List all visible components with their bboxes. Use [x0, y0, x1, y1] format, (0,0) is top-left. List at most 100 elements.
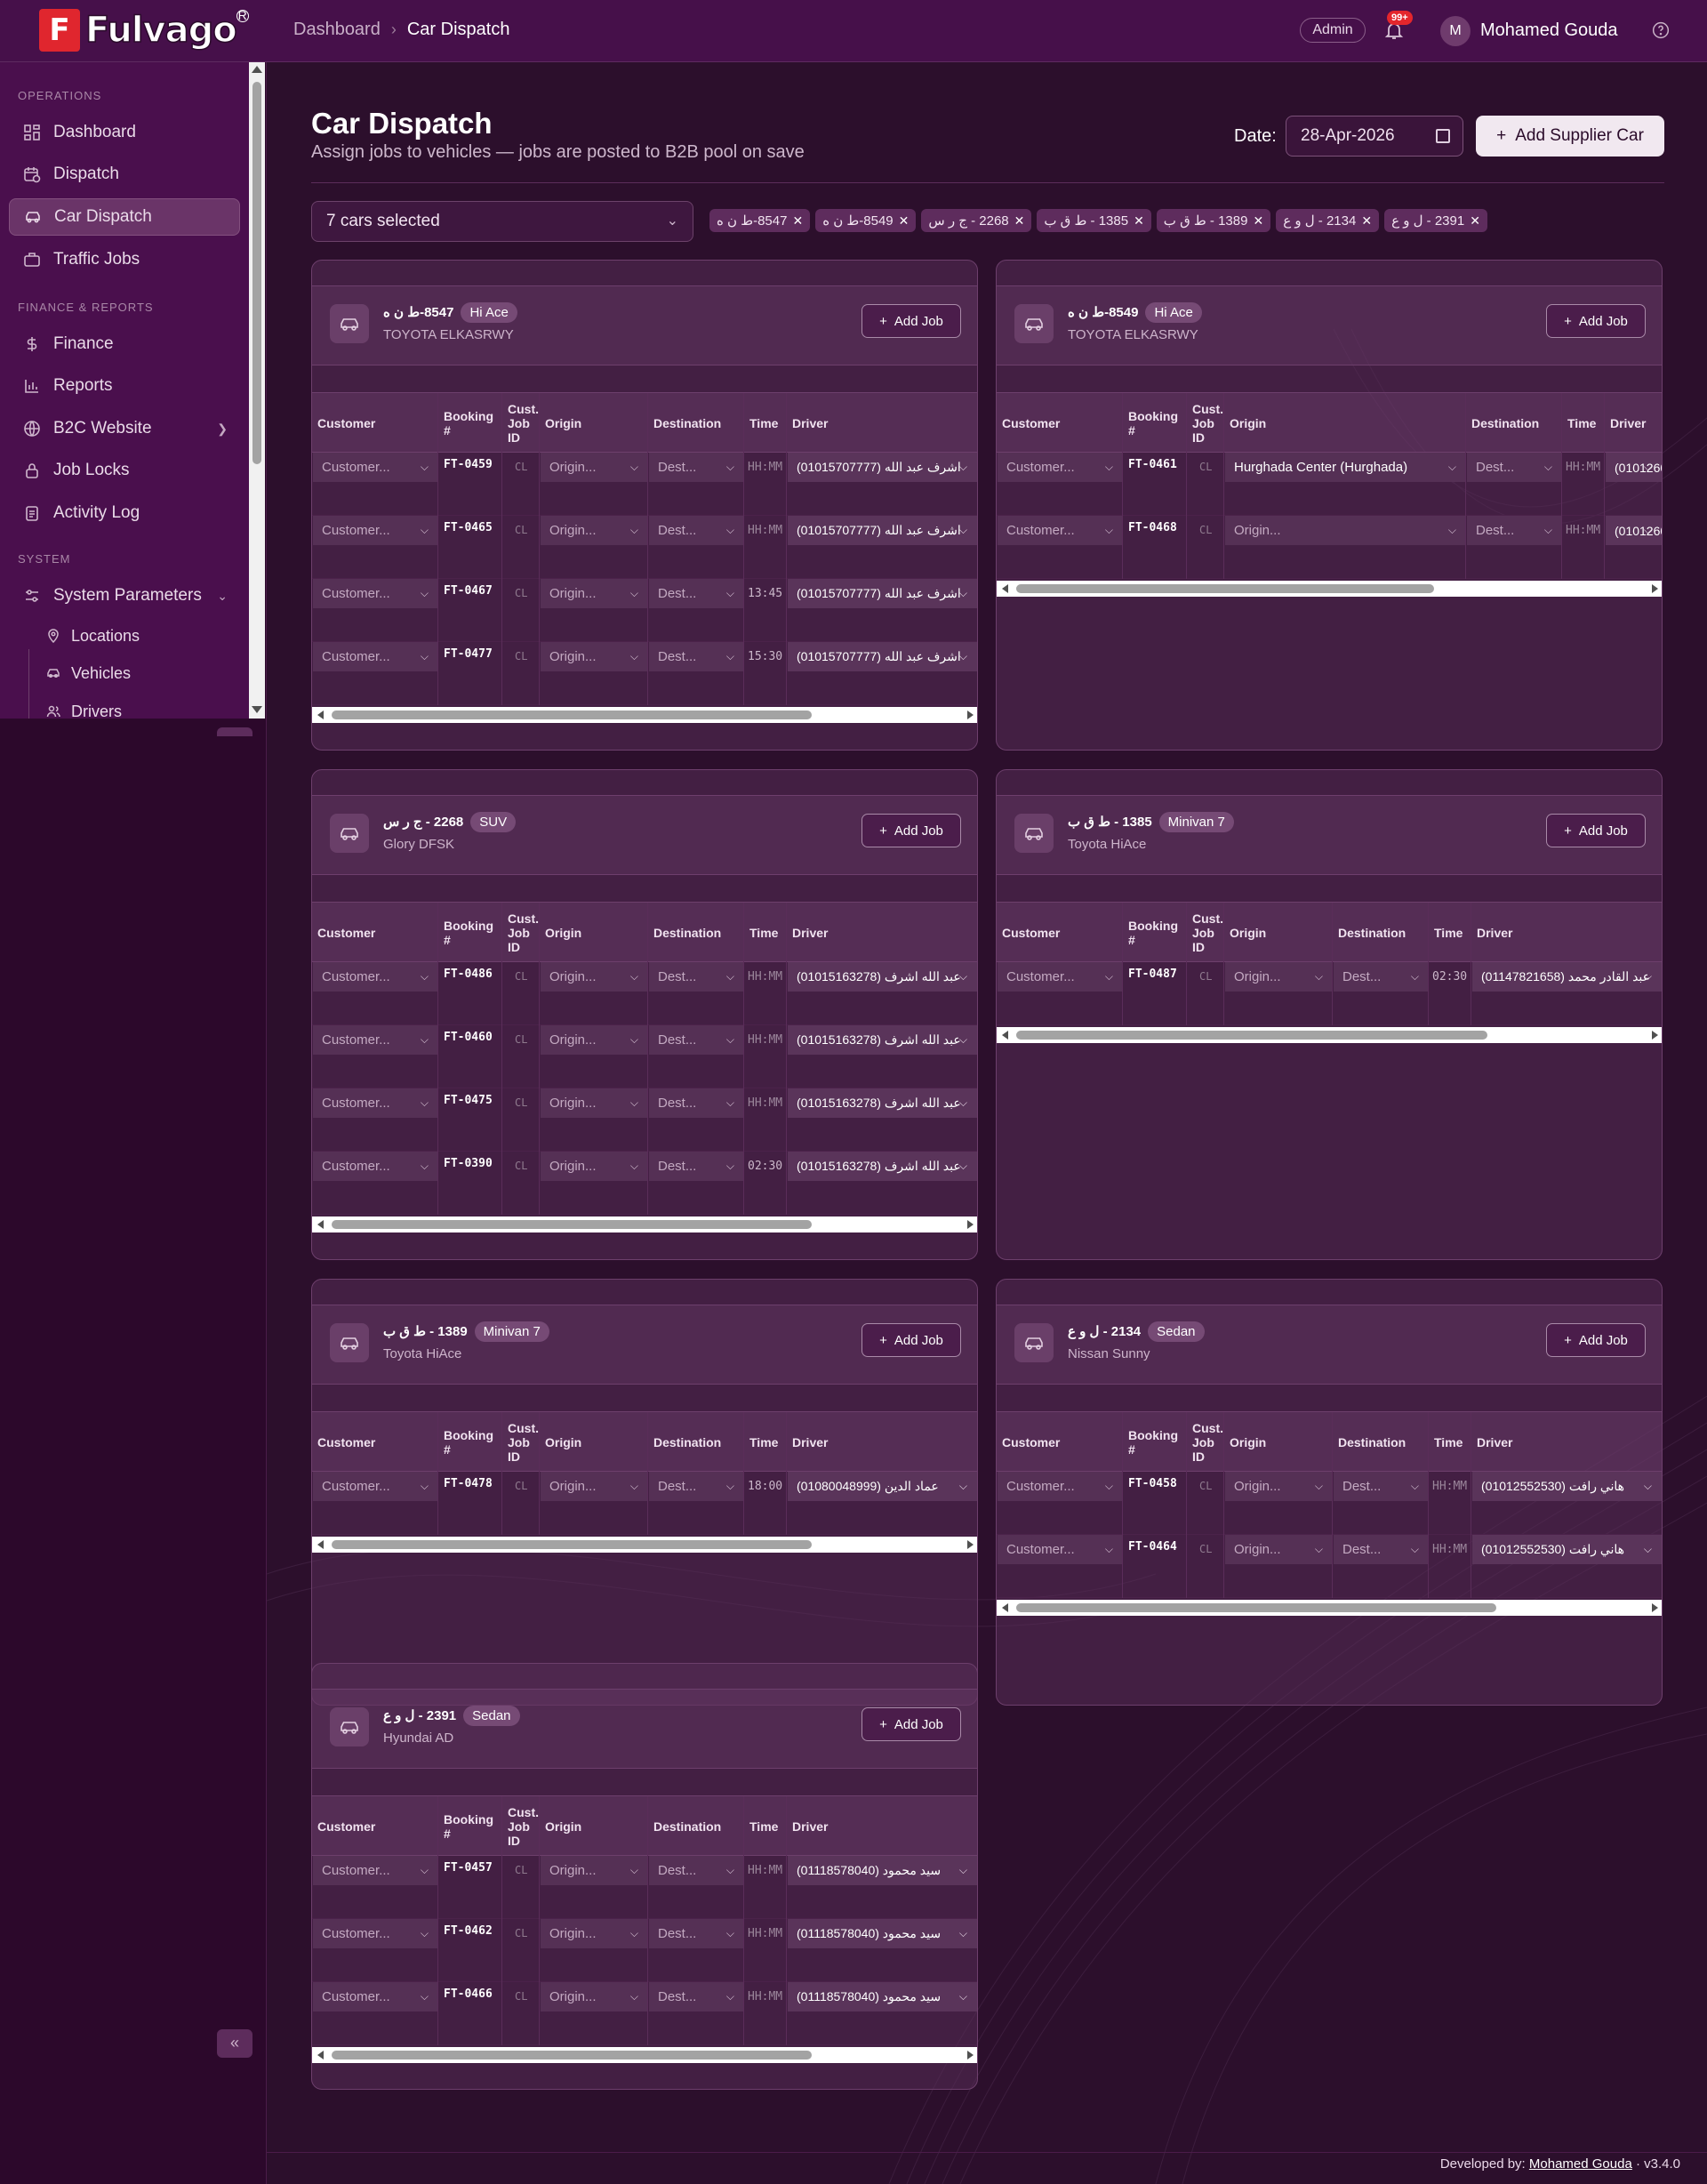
destination-select[interactable]: Dest... ⌵ [649, 453, 743, 482]
scroll-left-arrow-icon[interactable] [317, 1220, 324, 1229]
destination-select[interactable]: Dest... ⌵ [649, 1025, 743, 1055]
customer-select[interactable]: Customer... ⌵ [998, 453, 1122, 482]
customer-select[interactable]: Customer... ⌵ [313, 1982, 437, 2011]
avatar[interactable]: M [1440, 16, 1471, 46]
scroll-right-arrow-icon[interactable] [967, 2051, 974, 2060]
customer-select[interactable]: Customer... ⌵ [313, 453, 437, 482]
customer-select[interactable]: Customer... ⌵ [313, 1025, 437, 1055]
cust-job-id-input[interactable]: CL [515, 461, 527, 473]
add-job-button[interactable]: + Add Job [1546, 304, 1646, 338]
sidebar-item-car-dispatch[interactable]: Car Dispatch [9, 198, 240, 236]
sidebar-item-dashboard[interactable]: Dashboard [9, 114, 240, 151]
remove-chip-icon[interactable]: ✕ [1253, 213, 1263, 229]
destination-select[interactable]: Dest... ⌵ [649, 642, 743, 671]
time-input[interactable]: HH:MM [748, 1096, 785, 1110]
sidebar-subitem-drivers[interactable]: Drivers [46, 696, 122, 719]
scroll-left-arrow-icon[interactable] [1002, 584, 1008, 593]
origin-select[interactable]: Origin... ⌵ [541, 1152, 647, 1181]
cust-job-id-input[interactable]: CL [515, 1990, 527, 2003]
scroll-left-arrow-icon[interactable] [1002, 1031, 1008, 1040]
add-job-button[interactable]: + Add Job [1546, 1323, 1646, 1357]
time-input[interactable]: 15:30 [748, 650, 785, 663]
calendar-icon[interactable] [1436, 129, 1450, 143]
horizontal-scrollbar[interactable] [997, 1027, 1662, 1043]
breadcrumb-dashboard[interactable]: Dashboard [293, 20, 381, 40]
customer-select[interactable]: Customer... ⌵ [998, 1472, 1122, 1501]
time-input[interactable]: HH:MM [748, 1033, 785, 1047]
driver-select[interactable]: (01147821658) عبد القادر محمد ⌵ [1472, 962, 1662, 992]
time-input[interactable]: HH:MM [748, 1927, 785, 1940]
horizontal-scroll-thumb[interactable] [332, 1220, 812, 1229]
origin-select[interactable]: Origin... ⌵ [1225, 962, 1332, 992]
destination-select[interactable]: Dest... ⌵ [649, 962, 743, 992]
scroll-right-arrow-icon[interactable] [967, 1540, 974, 1549]
horizontal-scroll-thumb[interactable] [1016, 1031, 1487, 1040]
sidebar-subitem-locations[interactable]: Locations [46, 621, 140, 651]
origin-select[interactable]: Origin... ⌵ [1225, 1472, 1332, 1501]
time-input[interactable]: 18:00 [748, 1480, 785, 1493]
origin-select[interactable]: Origin... ⌵ [541, 1088, 647, 1118]
brand-logo[interactable]: F Fulvago R [39, 9, 249, 52]
add-job-button[interactable]: + Add Job [862, 304, 961, 338]
customer-select[interactable]: Customer... ⌵ [313, 1152, 437, 1181]
customer-select[interactable]: Customer... ⌵ [998, 1535, 1122, 1564]
user-name[interactable]: Mohamed Gouda [1480, 20, 1618, 41]
scroll-left-arrow-icon[interactable] [317, 711, 324, 719]
destination-select[interactable]: Dest... ⌵ [649, 1088, 743, 1118]
driver-select[interactable]: (01012552530) هاني رافت ⌵ [1472, 1535, 1662, 1564]
origin-select[interactable]: Origin... ⌵ [541, 1982, 647, 2011]
sidebar-item-traffic-jobs[interactable]: Traffic Jobs [9, 241, 240, 278]
date-input[interactable]: 28-Apr-2026 [1286, 116, 1463, 157]
sidebar-item-reports[interactable]: Reports [9, 367, 240, 405]
driver-select[interactable]: (01015707777) اشرف عبد الله ⌵ [788, 642, 977, 671]
horizontal-scrollbar[interactable] [997, 1600, 1662, 1616]
origin-select[interactable]: Origin... ⌵ [541, 453, 647, 482]
destination-select[interactable]: Dest... ⌵ [649, 579, 743, 608]
scroll-right-arrow-icon[interactable] [1652, 1603, 1658, 1612]
time-input[interactable]: HH:MM [1432, 1543, 1470, 1556]
customer-select[interactable]: Customer... ⌵ [313, 1856, 437, 1885]
destination-select[interactable]: Dest... ⌵ [649, 516, 743, 545]
horizontal-scroll-thumb[interactable] [332, 1540, 812, 1549]
driver-select[interactable]: (01015163278) عبد الله اشرف ⌵ [788, 1088, 977, 1118]
remove-chip-icon[interactable]: ✕ [1361, 213, 1372, 229]
cust-job-id-input[interactable]: CL [515, 1864, 527, 1876]
origin-select[interactable]: Origin... ⌵ [541, 579, 647, 608]
driver-select[interactable]: (01015163278) عبد الله اشرف ⌵ [788, 962, 977, 992]
horizontal-scrollbar[interactable] [312, 2047, 977, 2063]
cust-job-id-input[interactable]: CL [515, 524, 527, 536]
time-input[interactable]: HH:MM [748, 970, 785, 984]
horizontal-scrollbar[interactable] [312, 1537, 977, 1553]
customer-select[interactable]: Customer... ⌵ [998, 962, 1122, 992]
cust-job-id-input[interactable]: CL [515, 650, 527, 662]
remove-chip-icon[interactable]: ✕ [1014, 213, 1025, 229]
sidebar-item-job-locks[interactable]: Job Locks [9, 452, 240, 489]
customer-select[interactable]: Customer... ⌵ [313, 642, 437, 671]
origin-select[interactable]: Origin... ⌵ [1225, 516, 1465, 545]
destination-select[interactable]: Dest... ⌵ [649, 1919, 743, 1948]
time-input[interactable]: HH:MM [748, 461, 785, 474]
origin-select[interactable]: Origin... ⌵ [1225, 1535, 1332, 1564]
sidebar-item-finance[interactable]: Finance [9, 325, 240, 363]
add-job-button[interactable]: + Add Job [1546, 814, 1646, 847]
horizontal-scroll-thumb[interactable] [332, 711, 812, 719]
scroll-left-arrow-icon[interactable] [317, 1540, 324, 1549]
driver-select[interactable]: (01012600000)⌵ [1606, 453, 1662, 482]
cust-job-id-input[interactable]: CL [1199, 461, 1212, 473]
customer-select[interactable]: Customer... ⌵ [313, 962, 437, 992]
origin-select[interactable]: Origin... ⌵ [541, 642, 647, 671]
driver-select[interactable]: (01015163278) عبد الله اشرف ⌵ [788, 1152, 977, 1181]
horizontal-scrollbar[interactable] [312, 1216, 977, 1233]
time-input[interactable]: HH:MM [748, 1864, 785, 1877]
origin-select[interactable]: Origin... ⌵ [541, 962, 647, 992]
driver-select[interactable]: (01015163278) عبد الله اشرف ⌵ [788, 1025, 977, 1055]
remove-chip-icon[interactable]: ✕ [1470, 213, 1480, 229]
customer-select[interactable]: Customer... ⌵ [313, 579, 437, 608]
origin-select[interactable]: Origin... ⌵ [541, 1025, 647, 1055]
horizontal-scroll-thumb[interactable] [1016, 1603, 1496, 1612]
time-input[interactable]: 02:30 [1432, 970, 1470, 984]
destination-select[interactable]: Dest... ⌵ [649, 1856, 743, 1885]
help-icon[interactable] [1652, 21, 1670, 39]
cust-job-id-input[interactable]: CL [515, 970, 527, 983]
cust-job-id-input[interactable]: CL [1199, 1543, 1212, 1555]
